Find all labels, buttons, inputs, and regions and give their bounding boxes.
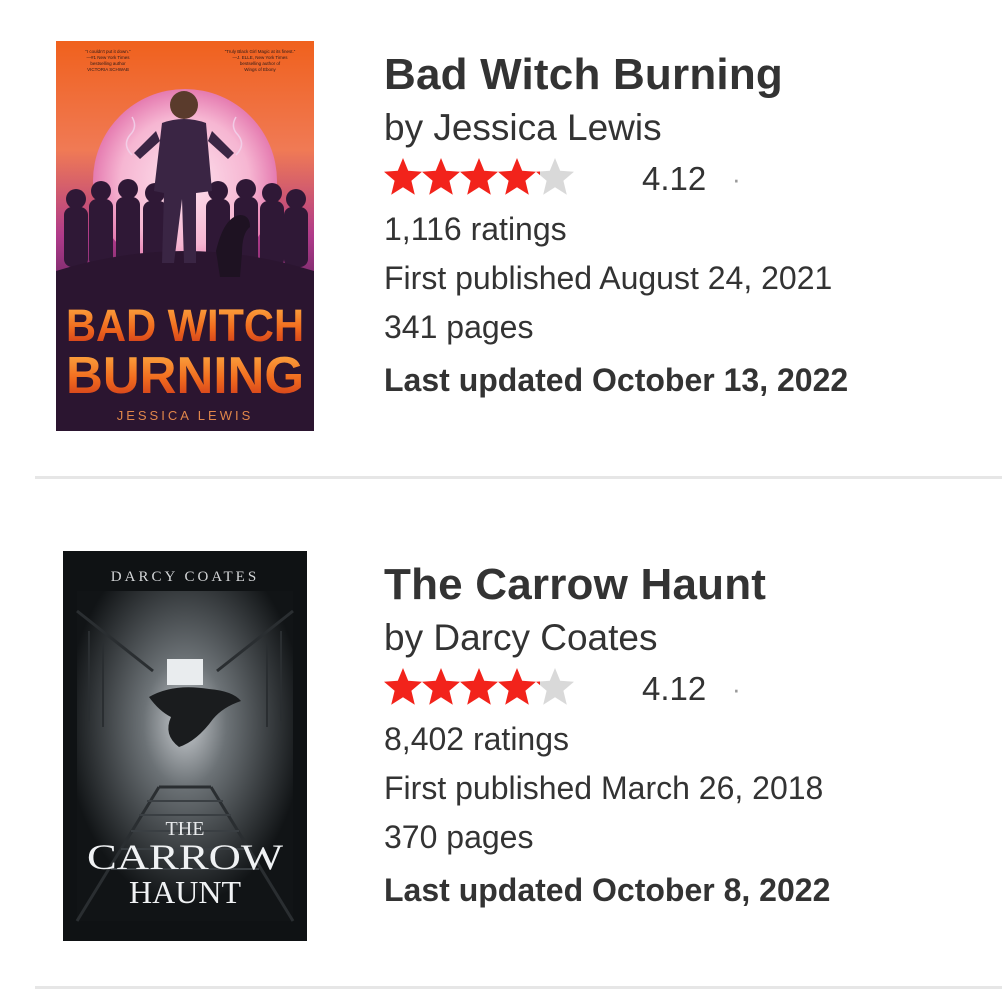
book-cover-bad-witch-burning[interactable]: “I couldn't put it down.” —#1 New York T… — [56, 41, 314, 431]
book-author[interactable]: by Darcy Coates — [384, 613, 994, 663]
star-icon — [422, 668, 460, 705]
svg-text:VICTORIA SCHWAB: VICTORIA SCHWAB — [87, 67, 129, 72]
divider — [35, 986, 1002, 989]
svg-text:—J. ELLE, New York Times: —J. ELLE, New York Times — [232, 55, 288, 60]
last-updated: Last updated October 8, 2022 — [384, 872, 831, 908]
rating-row: 4.12 · — [384, 663, 994, 715]
cover-title-line2: CARROW — [87, 837, 283, 877]
book-list-item[interactable]: “I couldn't put it down.” —#1 New York T… — [0, 0, 1002, 478]
book-author[interactable]: by Jessica Lewis — [384, 103, 994, 153]
cover-art: DARCY COATES THE CARROW HAUNT — [63, 551, 307, 941]
svg-text:bestselling author: bestselling author — [90, 61, 126, 66]
first-published: First published August 24, 2021 — [384, 260, 833, 296]
separator-dot: · — [732, 674, 741, 704]
svg-text:—#1 New York Times: —#1 New York Times — [86, 55, 130, 60]
svg-text:Wings of Ebony: Wings of Ebony — [244, 67, 276, 72]
divider — [35, 476, 1002, 479]
separator-dot: · — [732, 164, 741, 194]
star-icon — [422, 158, 460, 195]
cover-art: “I couldn't put it down.” —#1 New York T… — [56, 41, 314, 431]
book-cover-the-carrow-haunt[interactable]: DARCY COATES THE CARROW HAUNT — [63, 551, 307, 941]
svg-text:“Truly Black Girl Magic at its: “Truly Black Girl Magic at its finest.” — [225, 49, 296, 54]
star-icon — [460, 668, 498, 705]
ratings-count: 1,116 ratings — [384, 211, 567, 247]
cover-author: JESSICA LEWIS — [117, 408, 254, 423]
star-rating — [384, 157, 574, 197]
star-rating — [384, 667, 574, 707]
ratings-count: 8,402 ratings — [384, 721, 570, 757]
star-icon — [536, 668, 574, 705]
average-rating: 4.12 — [642, 160, 707, 197]
star-icon — [384, 668, 422, 705]
book-title[interactable]: The Carrow Haunt — [384, 557, 994, 613]
book-list-item[interactable]: DARCY COATES THE CARROW HAUNT The Carrow… — [0, 480, 1002, 988]
star-icon — [536, 158, 574, 195]
star-icon — [384, 158, 422, 195]
svg-text:“I couldn't put it down.”: “I couldn't put it down.” — [85, 49, 131, 54]
svg-text:bestselling author of: bestselling author of — [240, 61, 281, 66]
cover-author: DARCY COATES — [111, 569, 259, 585]
last-updated: Last updated October 13, 2022 — [384, 362, 849, 398]
average-rating: 4.12 — [642, 670, 707, 707]
star-icon — [460, 158, 498, 195]
cover-title-line2: BURNING — [66, 347, 304, 405]
cover-title-line3: HAUNT — [129, 874, 241, 910]
star-icon — [498, 668, 536, 705]
star-icon — [498, 158, 536, 195]
rating-row: 4.12 · — [384, 153, 994, 205]
book-title[interactable]: Bad Witch Burning — [384, 47, 994, 103]
page-count: 341 pages — [384, 309, 534, 345]
cover-title-line1: BAD WITCH — [66, 300, 304, 351]
page-count: 370 pages — [384, 819, 534, 855]
first-published: First published March 26, 2018 — [384, 770, 824, 806]
